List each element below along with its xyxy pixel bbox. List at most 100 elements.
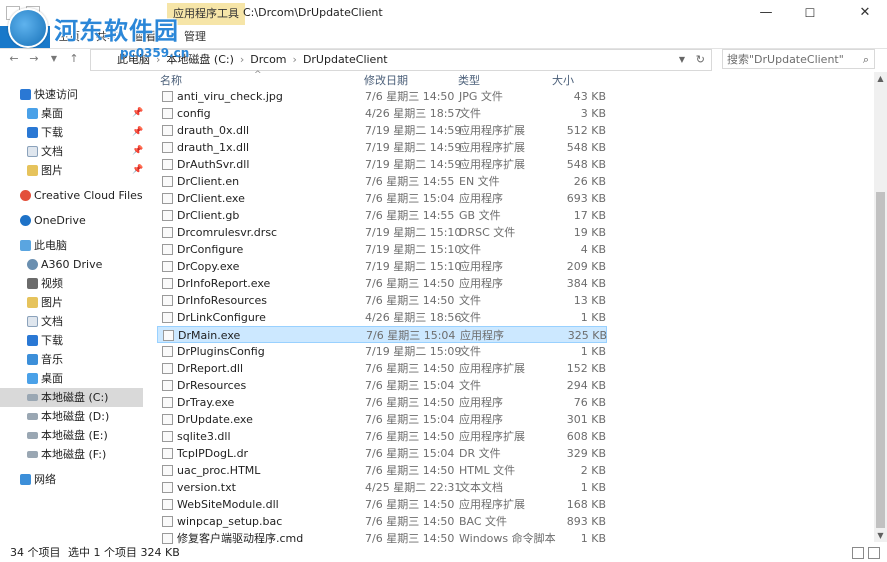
file-row[interactable]: version.txt 4/25 星期二 22:31 文本文档 1 KB [157,479,607,496]
search-input[interactable]: 搜索"DrUpdateClient" ⌕ [722,49,875,69]
minimize-button[interactable]: — [744,0,788,26]
file-row[interactable]: DrPluginsConfig 7/19 星期二 15:09 文件 1 KB [157,343,607,360]
nav-creative-cloud[interactable]: Creative Cloud Files [0,186,150,205]
close-button[interactable]: ✕ [843,0,887,26]
nav-drive-c[interactable]: 本地磁盘 (C:) [0,388,143,407]
nav-onedrive[interactable]: OneDrive [0,211,150,230]
up-arrow-icon[interactable]: ↑ [66,51,82,67]
nav-label: 文档 [41,145,63,158]
file-date: 7/6 星期三 14:55 [365,209,455,222]
nav-videos[interactable]: 视频 [0,274,150,293]
file-name: DrUpdate.exe [177,413,253,426]
nav-documents-pc[interactable]: 文档 [0,312,150,331]
scroll-up-icon[interactable]: ▲ [874,74,887,83]
nav-label: 下载 [41,334,63,347]
network-icon [20,474,31,485]
address-dropdown-icon[interactable]: ▼ [679,50,685,70]
breadcrumb-drupdateclient[interactable]: DrUpdateClient [299,50,392,70]
nav-desktop-pc[interactable]: 桌面 [0,369,150,388]
nav-drive-d[interactable]: 本地磁盘 (D:) [0,407,150,426]
desktop-icon [27,373,38,384]
breadcrumb-separator-icon[interactable]: › [238,50,246,70]
file-row[interactable]: DrInfoResources 7/6 星期三 14:50 文件 13 KB [157,292,607,309]
file-row[interactable]: anti_viru_check.jpg 7/6 星期三 14:50 JPG 文件 43… [157,88,607,105]
file-row[interactable]: sqlite3.dll 7/6 星期三 14:50 应用程序扩展 608 KB [157,428,607,445]
file-row[interactable]: DrUpdate.exe 7/6 星期三 15:04 应用程序 301 KB [157,411,607,428]
breadcrumb-separator-icon[interactable]: › [291,50,299,70]
details-view-icon[interactable] [852,547,864,559]
file-date: 7/6 星期三 14:50 [365,90,455,103]
maximize-button[interactable]: ☐ [788,0,832,26]
nav-a360[interactable]: A360 Drive [0,255,150,274]
file-icon [163,330,174,341]
file-name: DrTray.exe [177,396,235,409]
file-row[interactable]: config 4/26 星期三 18:57 文件 3 KB [157,105,607,122]
file-row[interactable]: drauth_1x.dll 7/19 星期二 14:59 应用程序扩展 548 KB [157,139,607,156]
nav-quick-access[interactable]: 快速访问 [0,85,150,104]
large-icons-view-icon[interactable] [868,547,880,559]
back-arrow-icon[interactable]: ← [6,51,22,67]
drive-icon [27,451,38,458]
file-row[interactable]: DrClient.gb 7/6 星期三 14:55 GB 文件 17 KB [157,207,607,224]
file-row[interactable]: TcpIPDogL.dr 7/6 星期三 15:04 DR 文件 329 KB [157,445,607,462]
file-row[interactable]: DrAuthSvr.dll 7/19 星期二 14:59 应用程序扩展 548 KB [157,156,607,173]
file-row[interactable]: WebSiteModule.dll 7/6 星期三 14:50 应用程序扩展 168 … [157,496,607,513]
file-row[interactable]: DrClient.exe 7/6 星期三 15:04 应用程序 693 KB [157,190,607,207]
file-row[interactable]: drauth_0x.dll 7/19 星期二 14:59 应用程序扩展 512 KB [157,122,607,139]
file-date: 7/6 星期三 14:50 [365,396,455,409]
file-date: 7/6 星期三 15:04 [365,379,455,392]
file-name: DrClient.en [177,175,240,188]
nav-downloads-pc[interactable]: 下载 [0,331,150,350]
desktop-icon [27,108,38,119]
file-icon [162,448,173,459]
file-date: 7/6 星期三 14:50 [365,277,455,290]
nav-this-pc[interactable]: 此电脑 [0,236,150,255]
file-row[interactable]: winpcap_setup.bac 7/6 星期三 14:50 BAC 文件 893 … [157,513,607,530]
file-icon [162,142,173,153]
scroll-down-icon[interactable]: ▼ [874,531,887,540]
pin-icon[interactable]: 📌 [132,142,143,161]
file-name: DrReport.dll [177,362,244,375]
cloud-icon [20,215,31,226]
watermark-text: 河东软件园 [54,16,179,45]
file-row[interactable]: DrConfigure 7/19 星期二 15:10 文件 4 KB [157,241,607,258]
file-row[interactable]: DrReport.dll 7/6 星期三 14:50 应用程序扩展 152 KB [157,360,607,377]
file-row[interactable]: uac_proc.HTML 7/6 星期三 14:50 HTML 文件 2 KB [157,462,607,479]
file-icon [162,397,173,408]
refresh-icon[interactable]: ↻ [696,50,705,70]
nav-pictures-pc[interactable]: 图片 [0,293,150,312]
tab-manage[interactable]: 管理 [184,26,206,48]
pin-icon[interactable]: 📌 [132,123,143,142]
pin-icon[interactable]: 📌 [132,161,143,180]
file-row[interactable]: DrMain.exe 7/6 星期三 15:04 应用程序 325 KB [157,326,607,343]
file-size: 893 KB [566,515,606,528]
nav-network[interactable]: 网络 [0,470,150,489]
recent-chevron-icon[interactable]: ▼ [46,51,62,67]
nav-drive-e[interactable]: 本地磁盘 (E:) [0,426,150,445]
nav-music[interactable]: 音乐 [0,350,150,369]
file-type: 文件 [459,345,481,358]
nav-desktop[interactable]: 桌面 📌 [0,104,150,123]
file-row[interactable]: DrInfoReport.exe 7/6 星期三 14:50 应用程序 384 KB [157,275,607,292]
nav-label: 本地磁盘 (C:) [41,391,109,404]
scrollbar-thumb[interactable] [876,192,885,528]
nav-drive-f[interactable]: 本地磁盘 (F:) [0,445,150,464]
nav-pictures[interactable]: 图片 📌 [0,161,150,180]
file-row[interactable]: DrClient.en 7/6 星期三 14:55 EN 文件 26 KB [157,173,607,190]
file-size: 43 KB [573,90,606,103]
file-row[interactable]: DrCopy.exe 7/19 星期二 15:10 应用程序 209 KB [157,258,607,275]
nav-downloads[interactable]: 下载 📌 [0,123,150,142]
file-icon [162,159,173,170]
breadcrumb-drcom[interactable]: Drcom [246,50,290,70]
file-row[interactable]: Drcomrulesvr.drsc 7/19 星期二 15:10 DRSC 文件 19… [157,224,607,241]
pin-icon[interactable]: 📌 [132,104,143,123]
item-count: 34 个项目 [10,546,61,559]
file-name: drauth_1x.dll [177,141,250,154]
file-row[interactable]: DrLinkConfigure 4/26 星期三 18:56 文件 1 KB [157,309,607,326]
nav-documents[interactable]: 文档 📌 [0,142,150,161]
search-icon[interactable]: ⌕ [863,50,869,70]
file-row[interactable]: DrTray.exe 7/6 星期三 14:50 应用程序 76 KB [157,394,607,411]
vertical-scrollbar[interactable]: ▲ ▼ [874,72,887,542]
file-row[interactable]: DrResources 7/6 星期三 15:04 文件 294 KB [157,377,607,394]
forward-arrow-icon[interactable]: → [26,51,42,67]
